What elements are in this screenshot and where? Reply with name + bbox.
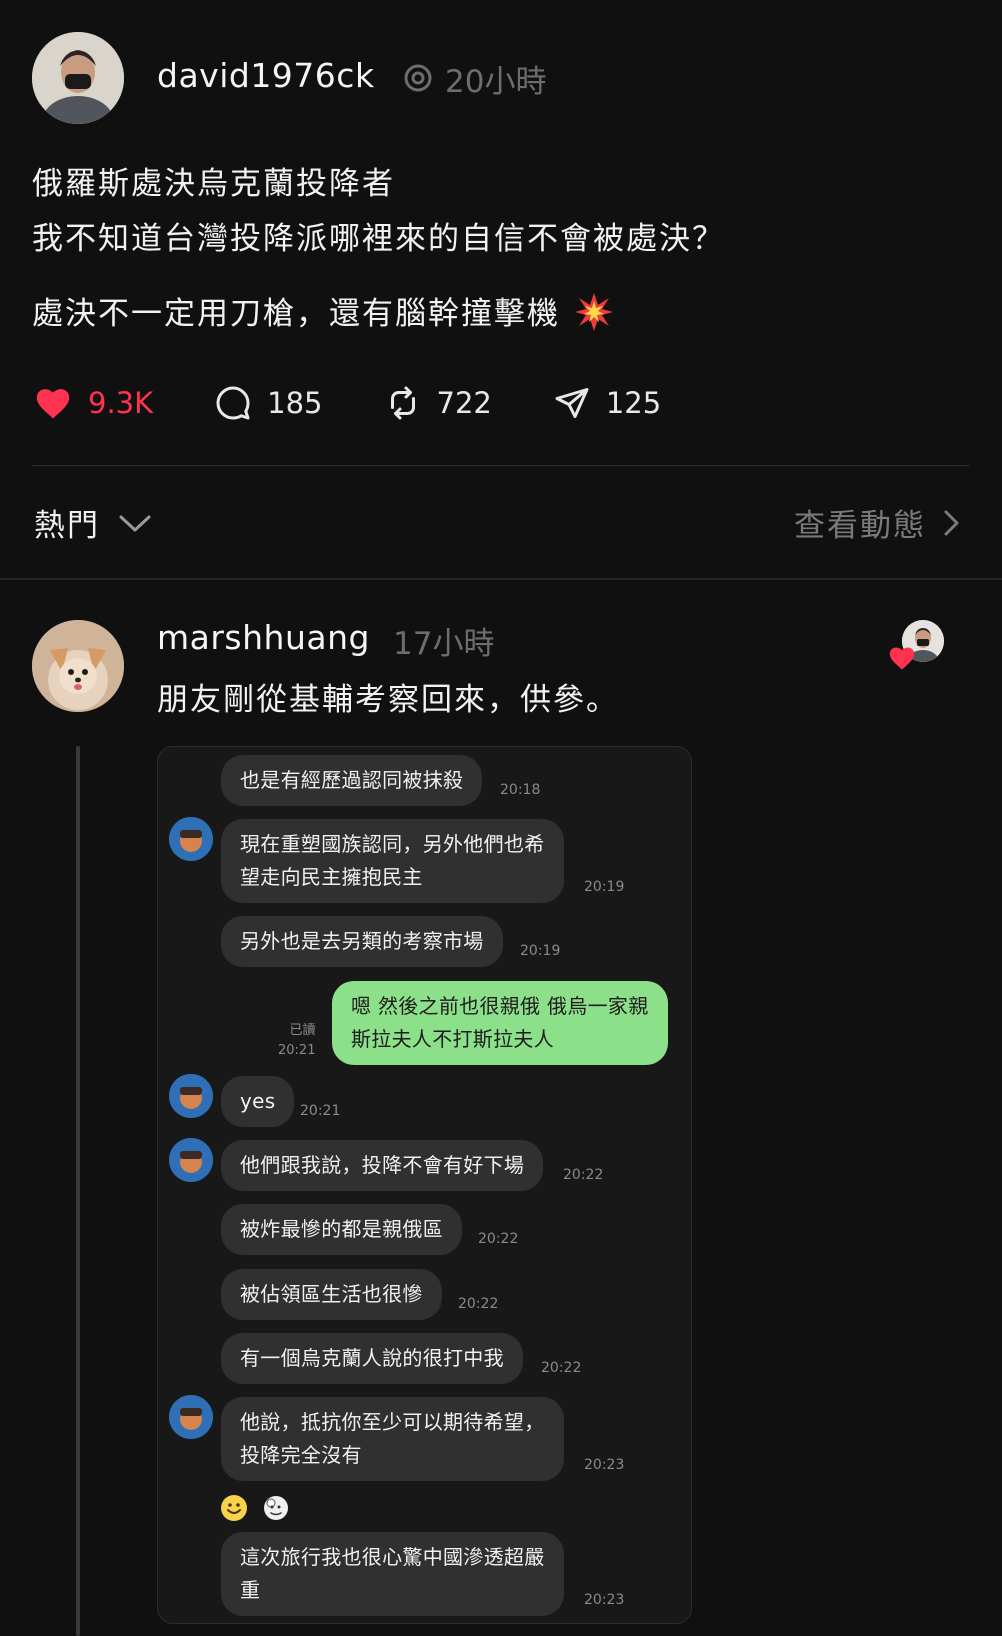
chat-contact-avatar <box>169 1074 213 1118</box>
chat-bubble-mine: 嗯 然後之前也很親俄 俄烏一家親 斯拉夫人不打斯拉夫人 <box>332 981 668 1065</box>
post-line-3-wrap: 處決不一定用刀槍，還有腦幹撞擊機 <box>32 287 614 342</box>
repost-icon <box>390 386 415 420</box>
chat-bubble: 這次旅行我也很心驚中國滲透超嚴 重 <box>221 1532 564 1616</box>
chat-time: 20:22 <box>541 1360 582 1376</box>
comment-icon <box>216 386 250 420</box>
like-count: 9.3K <box>88 386 154 420</box>
smile-emoji-icon <box>221 1495 247 1521</box>
repost-count: 722 <box>436 386 492 420</box>
view-activity-label: 查看動態 <box>794 508 926 544</box>
chat-time: 20:19 <box>584 879 625 895</box>
chat-screenshot-image[interactable]: 也是有經歷過認同被抹殺 20:18 現在重塑國族認同，另外他們也希 望走向民主擁… <box>157 746 692 1624</box>
chat-contact-avatar <box>169 1395 213 1439</box>
chat-bubble: 現在重塑國族認同，另外他們也希 望走向民主擁抱民主 <box>221 819 564 903</box>
sticker-emoji-icon <box>264 1496 288 1520</box>
chat-bubble: yes <box>221 1076 295 1127</box>
share-button[interactable]: 125 <box>554 385 661 421</box>
chat-time: 20:22 <box>458 1296 499 1312</box>
chat-bubble: 另外也是去另類的考察市場 <box>221 916 503 967</box>
post-divider <box>32 465 970 466</box>
post-line-3: 處決不一定用刀槍，還有腦幹撞擊機 <box>32 296 560 332</box>
post-line-1: 俄羅斯處決烏克蘭投降者 <box>32 166 395 202</box>
post-time: 20小時 <box>445 64 547 100</box>
send-icon <box>555 388 589 418</box>
chat-bubble: 也是有經歷過認同被抹殺 <box>221 755 483 806</box>
chat-bubble: 有一個烏克蘭人說的很打中我 <box>221 1333 523 1384</box>
threads-activity-icon <box>404 64 432 92</box>
post-actions: 9.3K 185 722 125 <box>34 378 723 428</box>
chat-time: 20:19 <box>520 943 561 959</box>
reply-author-username[interactable]: marshhuang <box>157 618 370 657</box>
reply-text: 朋友剛從基輔考察回來，供參。 <box>157 682 619 718</box>
reply-author-avatar[interactable] <box>32 620 124 712</box>
chevron-right-icon <box>944 510 959 535</box>
post-line-2: 我不知道台灣投降派哪裡來的自信不會被處決？ <box>32 221 725 257</box>
like-button[interactable]: 9.3K <box>34 386 153 420</box>
chat-time: 20:23 <box>584 1457 625 1473</box>
comment-count: 185 <box>267 386 323 420</box>
author-avatar[interactable] <box>32 32 124 124</box>
chat-bubble: 他們跟我說，投降不會有好下場 <box>221 1140 544 1191</box>
chat-time: 20:21 <box>300 1103 341 1119</box>
comment-button[interactable]: 185 <box>215 385 323 421</box>
reply-time: 17小時 <box>393 626 495 662</box>
chat-time: 20:23 <box>584 1592 625 1608</box>
repost-button[interactable]: 722 <box>385 385 492 421</box>
chat-time: 20:21 <box>278 1043 316 1058</box>
view-activity-link[interactable]: 查看動態 <box>794 500 962 545</box>
read-label: 已讀 <box>289 1023 316 1038</box>
sort-dropdown[interactable]: 熱門 <box>34 500 152 545</box>
section-divider <box>0 578 1002 580</box>
chat-bubble: 被佔領區生活也很慘 <box>221 1269 442 1320</box>
chat-bubble: 被炸最慘的都是親俄區 <box>221 1204 462 1255</box>
chat-contact-avatar <box>169 817 213 861</box>
chat-contact-avatar <box>169 1138 213 1182</box>
sort-label: 熱門 <box>34 508 100 544</box>
heart-icon <box>36 389 70 419</box>
thread-line <box>76 746 80 1636</box>
author-username[interactable]: david1976ck <box>157 56 375 95</box>
chevron-down-icon <box>119 515 151 531</box>
collision-emoji-icon <box>574 293 613 331</box>
chat-bubble: 他說，抵抗你至少可以期待希望， 投降完全沒有 <box>221 1397 564 1481</box>
chat-time: 20:22 <box>478 1231 519 1247</box>
liked-heart-icon <box>889 647 915 670</box>
chat-time: 20:22 <box>563 1167 604 1183</box>
read-receipt: 已讀 20:21 <box>278 1021 315 1061</box>
chat-time: 20:18 <box>500 782 541 798</box>
share-count: 125 <box>605 386 662 420</box>
